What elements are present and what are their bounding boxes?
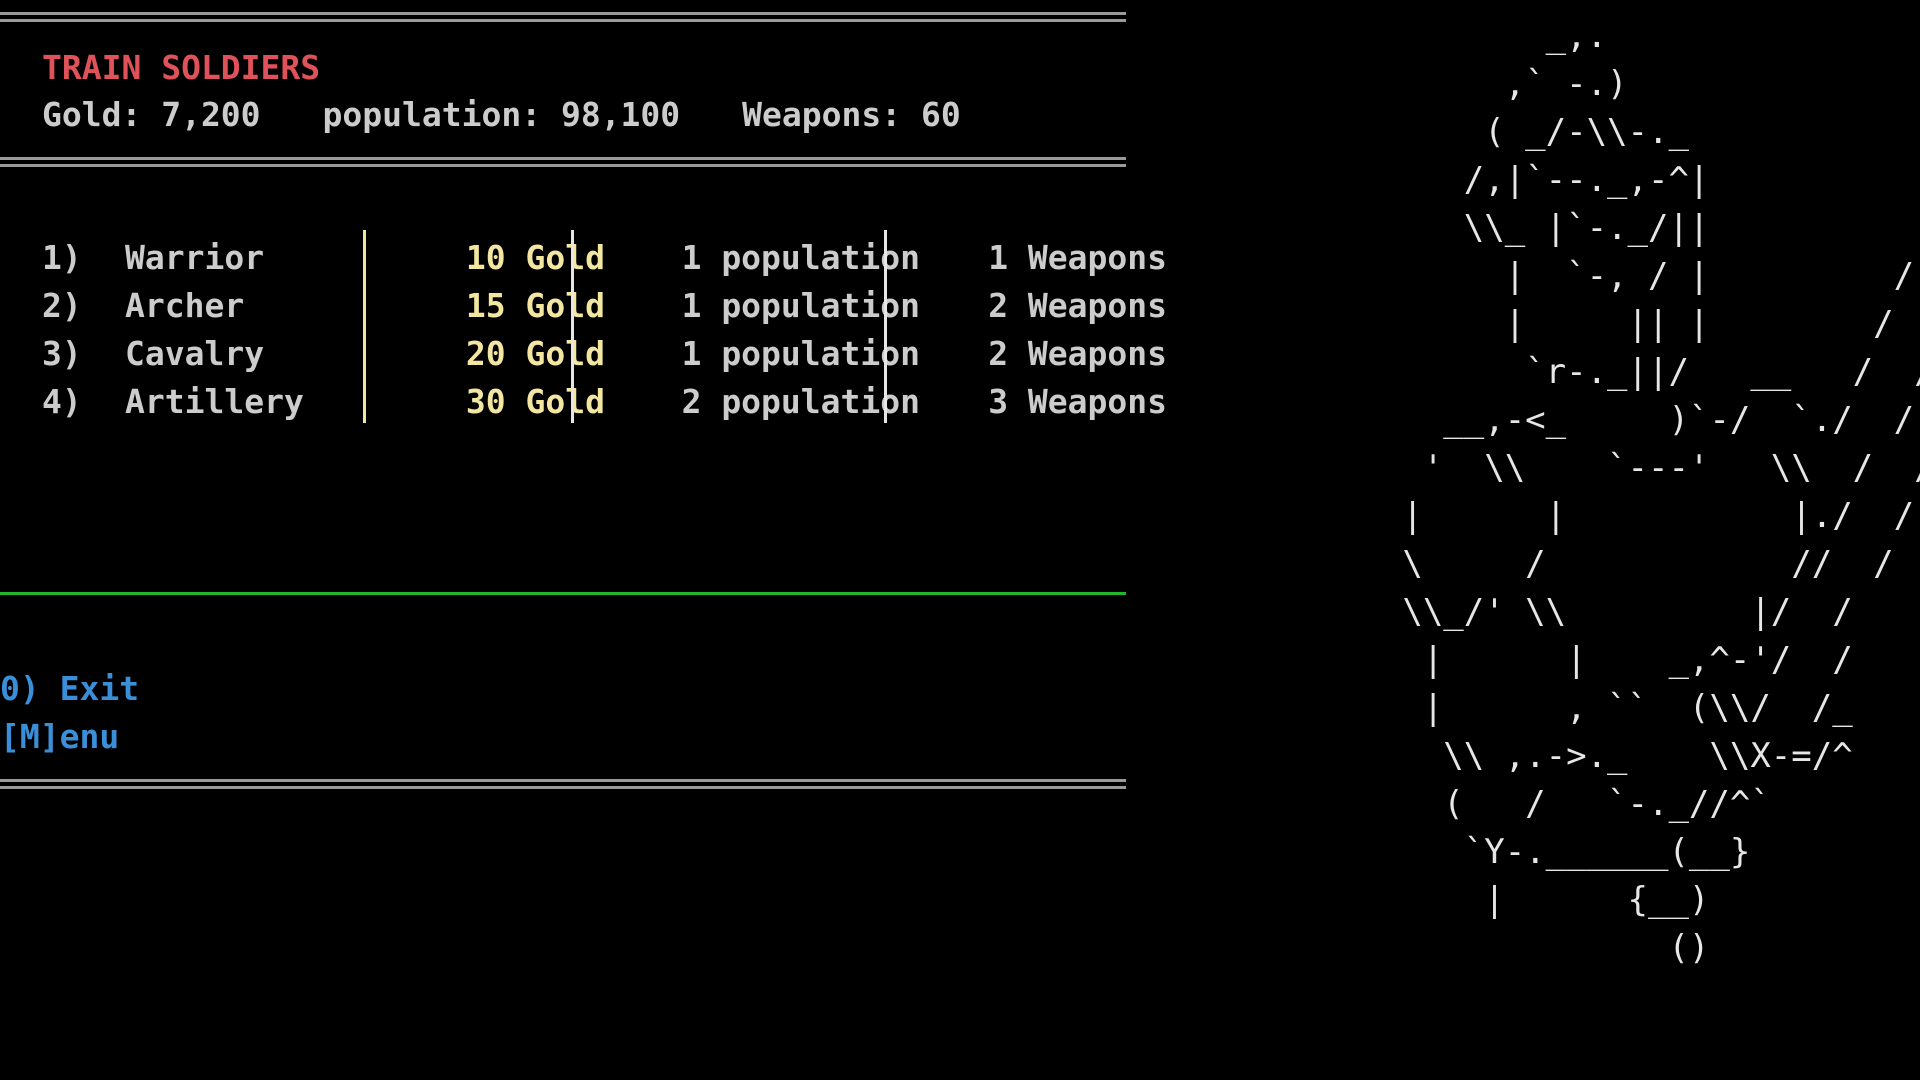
unit-name: Cavalry bbox=[125, 334, 265, 373]
unit-row-warrior[interactable]: 1) Warrior 10 Gold 1 population 1 Weapon… bbox=[42, 234, 1167, 282]
unit-population-cost: 1 population bbox=[681, 238, 920, 277]
screen-title: TRAIN SOLDIERS bbox=[42, 48, 321, 87]
unit-gold-cost: 30 Gold bbox=[465, 382, 605, 421]
weapons-counter: Weapons: 60 bbox=[742, 95, 961, 134]
unit-population-cost: 1 population bbox=[681, 286, 920, 325]
unit-table: 1) Warrior 10 Gold 1 population 1 Weapon… bbox=[42, 234, 1167, 426]
unit-weapons-cost: 3 Weapons bbox=[988, 382, 1167, 421]
unit-name: Artillery bbox=[125, 382, 304, 421]
menu-divider bbox=[0, 592, 1126, 595]
unit-gold-cost: 20 Gold bbox=[465, 334, 605, 373]
main-menu-item[interactable]: [M]enu bbox=[0, 713, 119, 761]
column-separator-gold-left bbox=[363, 230, 366, 423]
bottom-double-rule bbox=[0, 779, 1126, 789]
unit-weapons-cost: 1 Weapons bbox=[988, 238, 1167, 277]
population-counter: population: 98,100 bbox=[322, 95, 681, 134]
column-separator-population-right bbox=[884, 230, 887, 423]
unit-option-number: 2) bbox=[42, 286, 82, 325]
gold-counter: Gold: 7,200 bbox=[42, 95, 261, 134]
unit-row-artillery[interactable]: 4) Artillery 30 Gold 2 population 3 Weap… bbox=[42, 378, 1167, 426]
top-double-rule bbox=[0, 12, 1126, 22]
unit-name: Archer bbox=[125, 286, 245, 325]
unit-population-cost: 1 population bbox=[681, 334, 920, 373]
unit-option-number: 1) bbox=[42, 238, 82, 277]
unit-row-cavalry[interactable]: 3) Cavalry 20 Gold 1 population 2 Weapon… bbox=[42, 330, 1167, 378]
header-double-rule bbox=[0, 157, 1126, 167]
resource-bar: Gold: 7,200 population: 98,100 Weapons: 60 bbox=[42, 91, 961, 139]
unit-name: Warrior bbox=[125, 238, 265, 277]
unit-gold-cost: 15 Gold bbox=[465, 286, 605, 325]
exit-menu-item[interactable]: 0) Exit bbox=[0, 665, 139, 713]
unit-option-number: 3) bbox=[42, 334, 82, 373]
unit-row-archer[interactable]: 2) Archer 15 Gold 1 population 2 Weapons bbox=[42, 282, 1167, 330]
column-separator-gold-right bbox=[571, 230, 574, 423]
unit-weapons-cost: 2 Weapons bbox=[988, 286, 1167, 325]
unit-option-number: 4) bbox=[42, 382, 82, 421]
unit-weapons-cost: 2 Weapons bbox=[988, 334, 1167, 373]
unit-population-cost: 2 population bbox=[681, 382, 920, 421]
knight-ascii-art: _,. ,` -.) ( _/-\\-._ /,|`--._,-^| , \\_… bbox=[1402, 16, 1920, 968]
unit-gold-cost: 10 Gold bbox=[465, 238, 605, 277]
